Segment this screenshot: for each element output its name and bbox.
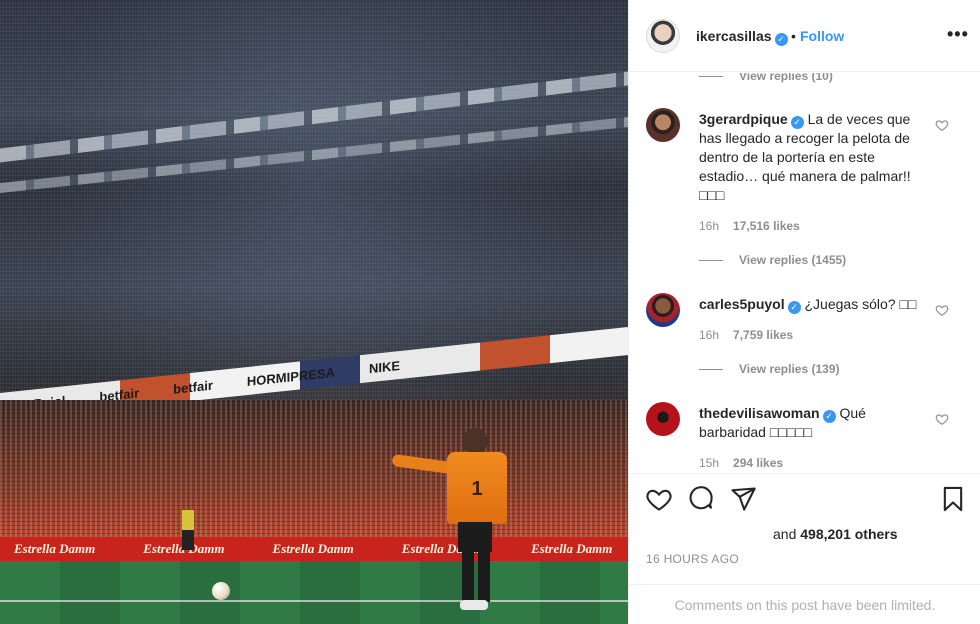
post-side-panel: ikercasillas ✓ • Follow ••• View replies …	[628, 0, 980, 624]
comment-text: carles5puyol ✓ ¿Juegas sólo? □□	[699, 295, 935, 314]
post-header: ikercasillas ✓ • Follow •••	[629, 0, 980, 72]
goalkeeper-boot	[460, 600, 488, 610]
view-replies-button[interactable]: View replies (139)	[699, 362, 840, 376]
verified-badge-icon: ✓	[822, 410, 836, 423]
stadium-upper-tier-2	[0, 116, 628, 194]
verified-badge-icon: ✓	[790, 116, 804, 129]
likes-prefix: and	[773, 526, 801, 542]
stadium-upper-tier	[0, 71, 628, 163]
share-send-icon[interactable]	[729, 485, 757, 513]
football	[212, 582, 230, 600]
stadium-lower-crowd	[0, 400, 628, 538]
pitchside-advert-board: Estrella Damm Estrella Damm Estrella Dam…	[0, 537, 628, 561]
pitch	[0, 561, 628, 624]
ad-text: HORMIPRESA	[246, 364, 336, 389]
like-comment-heart-icon[interactable]	[935, 303, 949, 317]
replies-line	[699, 259, 723, 261]
replies-line	[699, 75, 723, 77]
view-replies-label: View replies (10)	[739, 73, 833, 83]
ad-text: NIKE	[369, 357, 401, 376]
post-actions: and 498,201 others 16 HOURS AGO Comments…	[629, 473, 980, 624]
follow-button[interactable]: Follow	[800, 28, 844, 44]
more-options-icon[interactable]: •••	[947, 24, 969, 45]
comments-limited-notice: Comments on this post have been limited.	[629, 584, 980, 624]
comment-time: 16h	[699, 219, 720, 233]
goalkeeper-shorts	[458, 522, 492, 552]
header-username[interactable]: ikercasillas ✓	[696, 28, 788, 46]
view-replies-button[interactable]: View replies (1455)	[699, 253, 846, 267]
goalkeeper-leg	[462, 552, 474, 602]
comment-bubble-icon[interactable]	[687, 485, 715, 513]
likes-summary[interactable]: and 498,201 others	[773, 526, 898, 542]
like-heart-icon[interactable]	[645, 485, 673, 513]
verified-badge-icon: ✓	[787, 301, 801, 314]
comment-time: 15h	[699, 456, 720, 470]
comment-username[interactable]: carles5puyol	[699, 296, 785, 312]
comment-text: thedevilisawoman ✓ Qué barbaridad □□□□□	[699, 404, 935, 442]
replies-line	[699, 368, 723, 370]
username-text[interactable]: ikercasillas	[696, 28, 772, 44]
goalkeeper-leg	[478, 552, 490, 602]
referee-figure	[182, 510, 194, 550]
goalkeeper-head	[462, 428, 488, 454]
avatar[interactable]	[646, 19, 680, 53]
board-text: Estrella Damm	[14, 541, 96, 556]
comment-username[interactable]: 3gerardpique	[699, 111, 788, 127]
pitch-line	[0, 600, 628, 602]
comment-username[interactable]: thedevilisawoman	[699, 405, 820, 421]
avatar[interactable]	[646, 108, 680, 142]
comment-meta: 16h 7,759 likes	[699, 328, 793, 342]
comments-list[interactable]: View replies (10) 3gerardpique ✓ La de ve…	[629, 73, 980, 473]
like-comment-heart-icon[interactable]	[935, 412, 949, 426]
view-replies-label: View replies (139)	[739, 362, 840, 376]
comment-time: 16h	[699, 328, 720, 342]
comment-body: ¿Juegas sólo? □□	[804, 296, 917, 312]
comment-text: 3gerardpique ✓ La de veces que has llegad…	[699, 110, 935, 205]
view-replies-button[interactable]: View replies (10)	[699, 73, 833, 83]
avatar[interactable]	[646, 293, 680, 327]
board-text: Estrella Damm	[531, 541, 613, 556]
separator-dot: •	[791, 28, 796, 44]
comment-meta: 15h 294 likes	[699, 456, 783, 470]
comment-meta: 16h 17,516 likes	[699, 219, 800, 233]
ad-text: betfair	[173, 377, 213, 397]
like-comment-heart-icon[interactable]	[935, 118, 949, 132]
comment-likes[interactable]: 7,759 likes	[733, 328, 793, 342]
view-replies-label: View replies (1455)	[739, 253, 847, 267]
verified-badge-icon: ✓	[774, 33, 788, 46]
comment-likes[interactable]: 17,516 likes	[733, 219, 800, 233]
goalkeeper-number: 1	[471, 478, 483, 500]
post-timestamp[interactable]: 16 HOURS AGO	[646, 552, 739, 566]
avatar[interactable]	[646, 402, 680, 436]
save-bookmark-icon[interactable]	[939, 485, 967, 513]
board-text: Estrella Damm	[272, 541, 354, 556]
likes-count[interactable]: 498,201 others	[800, 526, 897, 542]
post-photo[interactable]: eats Pujol betfair betfair HORMIPRESA NI…	[0, 0, 628, 624]
comment-likes[interactable]: 294 likes	[733, 456, 783, 470]
